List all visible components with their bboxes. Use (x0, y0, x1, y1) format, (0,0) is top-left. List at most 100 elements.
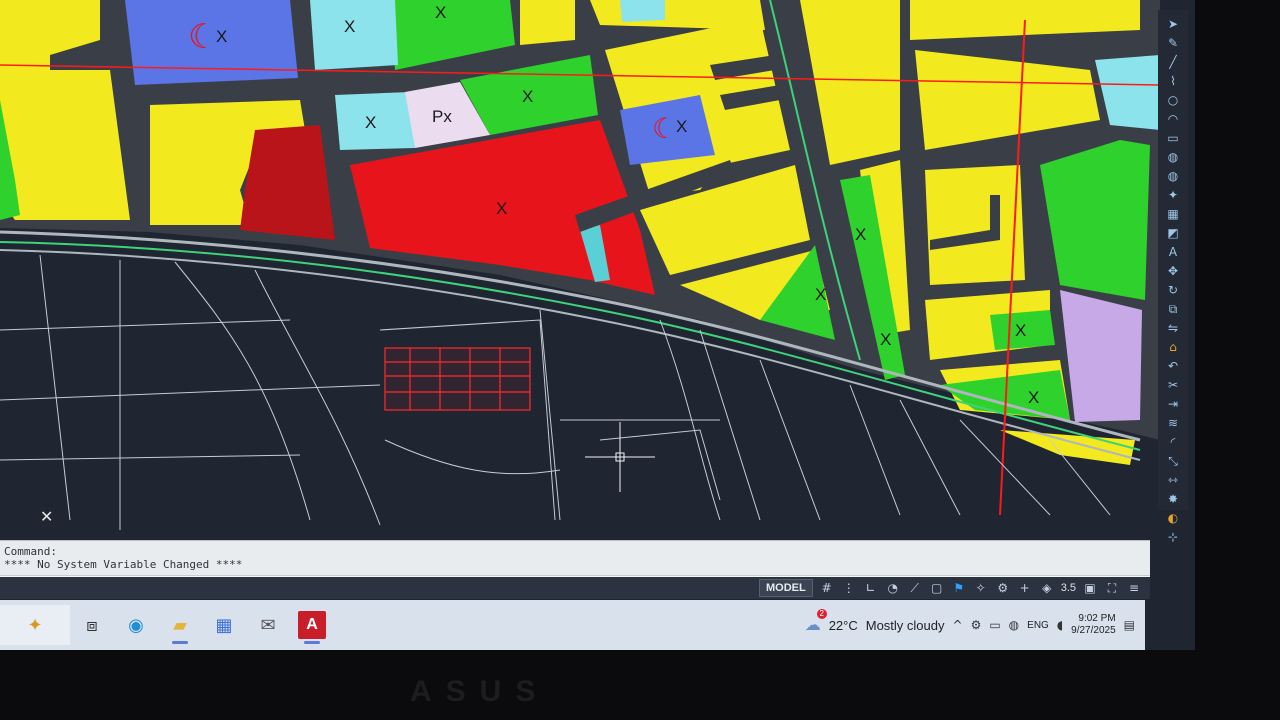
zone-label: X (496, 199, 507, 218)
model-space-tab[interactable]: MODEL (758, 579, 813, 597)
notification-icon[interactable]: ▤ (1124, 618, 1135, 632)
zone-label: X (435, 3, 446, 22)
text-icon[interactable]: A (1165, 244, 1181, 260)
gear-icon[interactable]: ⚙ (995, 581, 1011, 595)
store-button[interactable]: ▦ (202, 605, 246, 645)
arc-icon[interactable]: ◠ (1165, 111, 1181, 127)
crescent-icon: ☾ (188, 17, 218, 57)
autocad-window: ✕ ☾ ☾ X X X X Px X X X X X X X X ➤ ✎ ╱ ⌇… (0, 0, 1195, 650)
menu-icon[interactable]: ≡ (1126, 581, 1142, 595)
autocad-taskbar-button[interactable]: A (290, 605, 334, 645)
copilot-button[interactable]: ✦ (0, 605, 70, 645)
zone-label: X (1015, 321, 1026, 340)
mail-button[interactable]: ✉ (246, 605, 290, 645)
undo-icon[interactable]: ↶ (1165, 358, 1181, 374)
task-view-icon: ⧈ (86, 614, 98, 636)
circle-icon[interactable]: ○ (1165, 92, 1181, 108)
star-icon[interactable]: ✦ (1165, 187, 1181, 203)
weather-temperature[interactable]: 22°C (829, 618, 858, 633)
scale-readout[interactable]: 3.5 (1061, 582, 1076, 594)
move-icon[interactable]: ✥ (1165, 263, 1181, 279)
residential-block (520, 0, 575, 45)
zone-label: X (344, 17, 355, 36)
clock-time: 9:02 PM (1078, 613, 1116, 624)
offset-icon[interactable]: ≋ (1165, 415, 1181, 431)
command-history-line: **** No System Variable Changed **** (4, 558, 243, 571)
language-indicator[interactable]: ENG (1027, 620, 1049, 631)
snap-icon[interactable]: ⋮ (841, 581, 857, 595)
settings-tray-icon[interactable]: ⚙ (971, 618, 982, 632)
zone-label: X (676, 117, 687, 136)
object-snap-icon[interactable]: ▢ (929, 581, 945, 595)
zone-label: X (880, 330, 891, 349)
paint-icon[interactable]: ◐ (1165, 510, 1181, 526)
command-history-line: Command: (4, 545, 57, 558)
windows-taskbar: ✦ ⧈ ◉ ▰ ▦ ✉ A ☁ 2 22°C Mostly cloudy ^ ⚙… (0, 600, 1145, 650)
battery-icon[interactable]: ▭ (989, 618, 1000, 632)
weather-widget[interactable]: ☁ 2 (805, 609, 827, 635)
copy-icon[interactable]: ⧉ (1165, 301, 1181, 317)
globe-icon[interactable]: ◍ (1165, 149, 1181, 165)
crescent-icon: ☾ (652, 112, 677, 145)
gradient-icon[interactable]: ◩ (1165, 225, 1181, 241)
annotation-visibility-icon[interactable]: ⚑ (951, 581, 967, 595)
edge-icon: ◉ (128, 614, 144, 636)
zone-label: X (365, 113, 376, 132)
task-view-button[interactable]: ⧈ (70, 605, 114, 645)
arrow-icon[interactable]: ➤ (1165, 16, 1181, 32)
zone-label: X (1028, 388, 1039, 407)
house-icon[interactable]: ⌂ (1165, 339, 1181, 355)
grid-icon[interactable]: # (819, 581, 835, 595)
plus-icon[interactable]: + (1017, 581, 1033, 595)
chevron-up-icon[interactable]: ^ (953, 618, 963, 632)
residential-block (925, 165, 1025, 285)
store-icon: ▦ (215, 614, 233, 636)
zone-label: X (522, 87, 533, 106)
polar-icon[interactable]: ◔ (885, 581, 901, 595)
line-icon[interactable]: ╱ (1165, 54, 1181, 70)
clock-date: 9/27/2025 (1071, 625, 1116, 636)
file-explorer-button[interactable]: ▰ (158, 605, 202, 645)
speaker-icon[interactable]: ◖ (1057, 618, 1063, 632)
extend-icon[interactable]: ⇥ (1165, 396, 1181, 412)
zone-label: X (855, 225, 866, 244)
zone-label: Px (432, 107, 452, 126)
measure-icon[interactable]: ⊹ (1165, 529, 1181, 545)
workspace-icon[interactable]: ▣ (1082, 581, 1098, 595)
hatch-icon[interactable]: ▦ (1165, 206, 1181, 222)
rotate-icon[interactable]: ↻ (1165, 282, 1181, 298)
right-vertical-toolbar: ➤ ✎ ╱ ⌇ ○ ◠ ▭ ◍ ◍ ✦ ▦ ◩ A ✥ ↻ ⧉ ⇋ ⌂ ↶ ✂ … (1158, 10, 1188, 544)
map-drawing[interactable]: ✕ ☾ ☾ X X X X Px X X X X X X X X (0, 0, 1160, 540)
system-tray: ☁ 2 22°C Mostly cloudy ^ ⚙ ▭ ◍ ENG ◖ 9:0… (805, 609, 1145, 637)
drawing-canvas[interactable]: ✕ ☾ ☾ X X X X Px X X X X X X X X (0, 0, 1160, 540)
ortho-icon[interactable]: ∟ (863, 581, 879, 595)
mail-icon: ✉ (260, 614, 276, 636)
isolate-icon[interactable]: ◈ (1039, 581, 1055, 595)
commercial-hatch-block (240, 125, 335, 240)
zone-label: X (216, 27, 227, 46)
explode-icon[interactable]: ✸ (1165, 491, 1181, 507)
fillet-icon[interactable]: ◜ (1165, 434, 1181, 450)
network-icon[interactable]: ◍ (1009, 618, 1019, 632)
stretch-icon[interactable]: ⇿ (1165, 472, 1181, 488)
polyline-icon[interactable]: ⌇ (1165, 73, 1181, 89)
sparkle-icon: ✦ (27, 614, 43, 636)
rectangle-icon[interactable]: ▭ (1165, 130, 1181, 146)
fullscreen-icon[interactable]: ⛶ (1104, 581, 1120, 596)
annotation-scale-icon[interactable]: ✧ (973, 581, 989, 595)
globe-icon[interactable]: ◍ (1165, 168, 1181, 184)
selected-buildings (384, 347, 531, 411)
weather-condition[interactable]: Mostly cloudy (866, 618, 945, 633)
autocad-icon: A (298, 611, 326, 639)
edge-browser-button[interactable]: ◉ (114, 605, 158, 645)
folder-icon: ▰ (173, 614, 187, 636)
trim-icon[interactable]: ✂ (1165, 377, 1181, 393)
scale-icon[interactable]: ⤡ (1165, 453, 1181, 469)
isodraft-icon[interactable]: ⟋ (907, 581, 923, 596)
mirror-icon[interactable]: ⇋ (1165, 320, 1181, 336)
public-service-block (620, 0, 665, 22)
pencil-icon[interactable]: ✎ (1165, 35, 1181, 51)
monitor-brand-logo: ASUS (410, 675, 550, 708)
clock[interactable]: 9:02 PM 9/27/2025 (1071, 613, 1116, 637)
zone-label: X (815, 285, 826, 304)
